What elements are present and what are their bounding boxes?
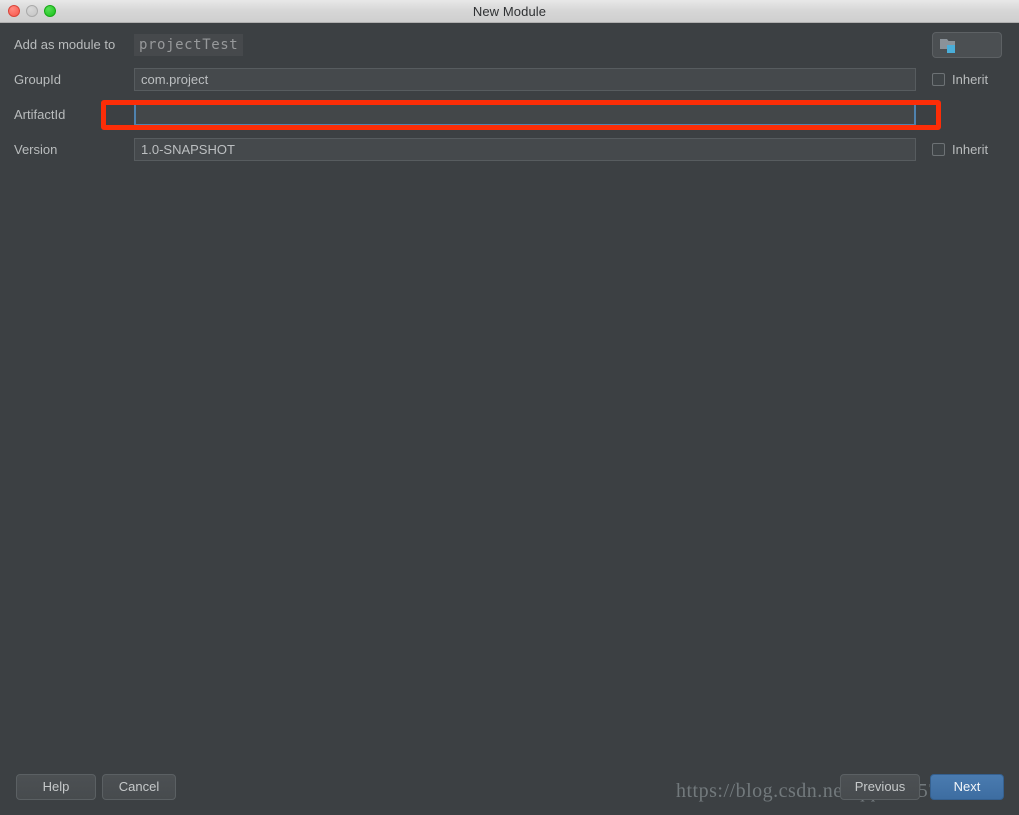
minimize-button-icon[interactable] — [26, 5, 38, 17]
module-folder-icon — [940, 39, 955, 53]
groupid-input[interactable] — [134, 68, 916, 91]
groupid-label: GroupId — [14, 72, 61, 87]
artifactid-input[interactable] — [134, 103, 916, 126]
help-button[interactable]: Help — [16, 774, 96, 800]
title-bar: New Module — [0, 0, 1019, 23]
version-inherit-checkbox[interactable] — [932, 143, 945, 156]
version-label: Version — [14, 142, 58, 157]
next-button[interactable]: Next — [930, 774, 1004, 800]
version-row: Version — [0, 138, 1019, 162]
artifactid-row: ArtifactId — [0, 103, 1019, 127]
watermark-text: https://blog.csdn.net/qq_30257149 — [676, 780, 971, 802]
groupid-row: GroupId — [0, 68, 1019, 92]
window-controls — [8, 5, 56, 17]
version-inherit-checkbox-group[interactable]: Inherit — [932, 138, 988, 161]
add-as-module-to-label: Add as module to — [14, 37, 116, 52]
window-title: New Module — [472, 4, 547, 19]
module-selector-button[interactable] — [932, 32, 1002, 58]
new-module-dialog: New Module Add as module to projectTest … — [0, 0, 1019, 815]
close-button-icon[interactable] — [8, 5, 20, 17]
groupid-inherit-checkbox[interactable] — [932, 73, 945, 86]
version-input[interactable] — [134, 138, 916, 161]
groupid-inherit-label: Inherit — [952, 72, 989, 87]
version-inherit-label: Inherit — [952, 142, 989, 157]
artifactid-label: ArtifactId — [14, 107, 66, 122]
add-as-module-to-row: Add as module to projectTest — [0, 33, 1019, 57]
add-as-module-to-value: projectTest — [134, 34, 244, 56]
groupid-inherit-checkbox-group[interactable]: Inherit — [932, 68, 988, 91]
maximize-button-icon[interactable] — [44, 5, 56, 17]
cancel-button[interactable]: Cancel — [102, 774, 176, 800]
previous-button[interactable]: Previous — [840, 774, 920, 800]
